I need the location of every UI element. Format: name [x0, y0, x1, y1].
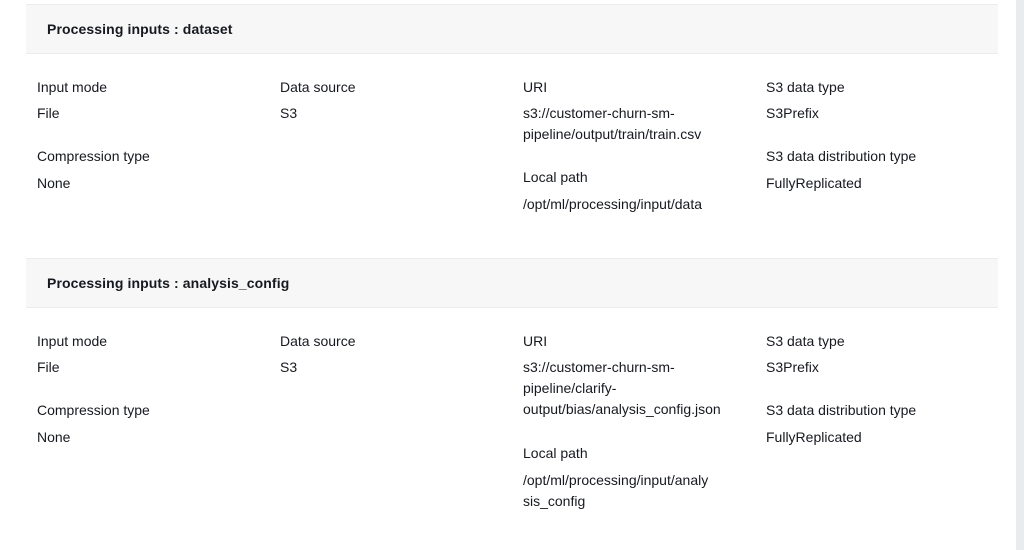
input-mode-label: Input mode [37, 333, 108, 349]
s3-distribution-type-value: FullyReplicated [766, 175, 862, 191]
local-path-value: /opt/ml/processing/input/analy sis_confi… [523, 470, 708, 512]
uri-value-line: s3://customer-churn-sm- [523, 359, 675, 375]
local-path-label: Local path [523, 169, 588, 185]
panel-title: Processing inputs : dataset [47, 21, 233, 37]
panel-title: Processing inputs : analysis_config [47, 275, 290, 291]
input-mode-value: File [37, 105, 60, 121]
processing-inputs-analysis-config-panel: Processing inputs : analysis_config Inpu… [26, 258, 998, 550]
local-path-line: sis_config [523, 493, 586, 509]
s3-distribution-type-value: FullyReplicated [766, 429, 862, 445]
local-path-line: /opt/ml/processing/input/data [523, 196, 702, 212]
local-path-label: Local path [523, 445, 588, 461]
compression-type-value: None [37, 175, 71, 191]
uri-value-line: pipeline/clarify- [523, 380, 617, 396]
s3-data-type-label: S3 data type [766, 333, 845, 349]
uri-value: s3://customer-churn-sm- pipeline/output/… [523, 103, 701, 145]
window-edge [1016, 0, 1024, 550]
uri-label: URI [523, 333, 548, 349]
compression-type-label: Compression type [37, 148, 150, 164]
panel-header: Processing inputs : analysis_config [26, 258, 998, 308]
panel-header: Processing inputs : dataset [26, 4, 998, 54]
uri-label: URI [523, 79, 548, 95]
local-path-value: /opt/ml/processing/input/data [523, 194, 702, 215]
content-area: Processing inputs : dataset Input mode F… [0, 0, 1016, 550]
uri-value-line: pipeline/output/train/train.csv [523, 126, 702, 142]
uri-value: s3://customer-churn-sm- pipeline/clarify… [523, 357, 721, 420]
s3-data-type-label: S3 data type [766, 79, 845, 95]
processing-inputs-dataset-panel: Processing inputs : dataset Input mode F… [26, 4, 998, 242]
compression-type-value: None [37, 429, 71, 445]
compression-type-label: Compression type [37, 402, 150, 418]
s3-distribution-type-label: S3 data distribution type [766, 402, 917, 418]
data-source-value: S3 [280, 359, 298, 375]
page: Processing inputs : dataset Input mode F… [0, 0, 1024, 550]
s3-distribution-type-label: S3 data distribution type [766, 148, 917, 164]
local-path-line: /opt/ml/processing/input/analy [523, 472, 709, 488]
data-source-label: Data source [280, 333, 356, 349]
uri-value-line: s3://customer-churn-sm- [523, 105, 675, 121]
data-source-value: S3 [280, 105, 298, 121]
s3-data-type-value: S3Prefix [766, 105, 819, 121]
data-source-label: Data source [280, 79, 356, 95]
uri-value-line: output/bias/analysis_config.json [523, 401, 721, 417]
input-mode-value: File [37, 359, 60, 375]
s3-data-type-value: S3Prefix [766, 359, 819, 375]
input-mode-label: Input mode [37, 79, 108, 95]
